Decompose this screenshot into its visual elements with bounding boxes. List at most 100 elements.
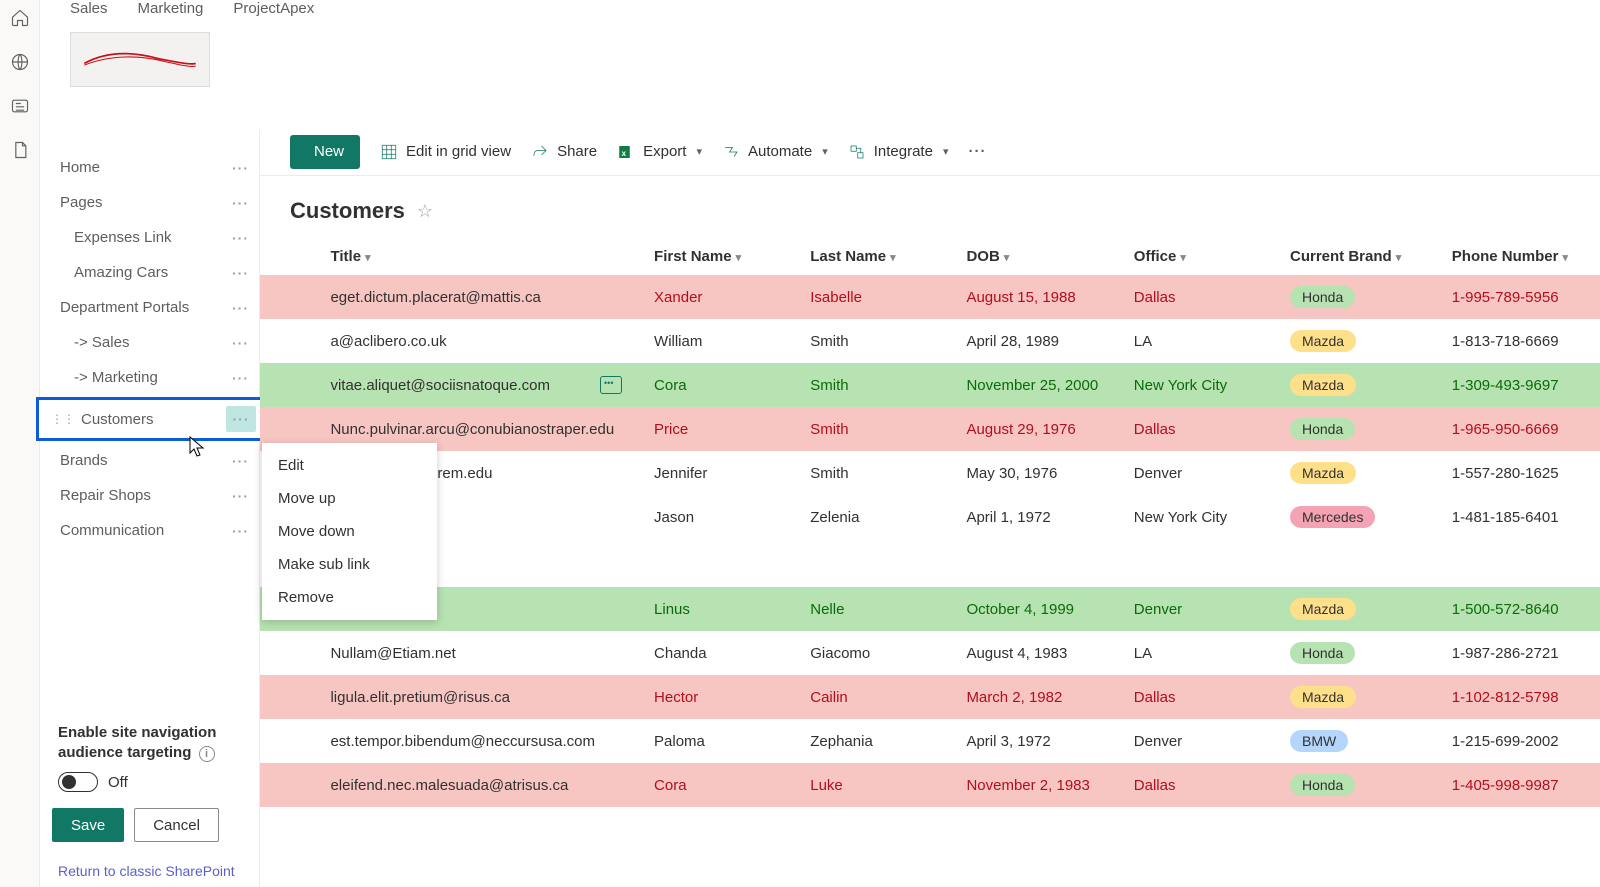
cell-dob: April 3, 1972	[958, 719, 1125, 763]
share-button[interactable]: Share	[531, 143, 597, 161]
ctx-move-down[interactable]: Move down	[262, 515, 437, 548]
ellipsis-icon[interactable]: ···	[232, 453, 249, 469]
chevron-down-icon: ▾	[696, 145, 702, 158]
col-dob[interactable]: DOB▾	[958, 238, 1125, 275]
table-row[interactable]: eget.dictum.placerat@mattis.ca Xander Is…	[260, 275, 1600, 319]
drag-handle-icon[interactable]: ⋮⋮	[51, 412, 75, 426]
nav-repair-shops[interactable]: Repair Shops···	[42, 478, 259, 513]
cell-office: New York City	[1126, 495, 1282, 539]
ellipsis-icon[interactable]: ···	[232, 160, 249, 176]
cell-brand: Mazda	[1282, 675, 1444, 719]
cell-dob: August 4, 1983	[958, 631, 1125, 675]
ellipsis-icon[interactable]: ···	[232, 488, 249, 504]
export-button[interactable]: x Export▾	[617, 143, 702, 161]
ellipsis-icon[interactable]: ···	[232, 523, 249, 539]
aud-toggle[interactable]	[58, 772, 98, 792]
ellipsis-icon[interactable]: ···	[232, 300, 249, 316]
chevron-down-icon: ▾	[1562, 252, 1568, 264]
nav-dept-marketing[interactable]: -> Marketing···	[42, 360, 259, 395]
table-row[interactable]: Nunc.pulvinar.arcu@conubianostraper.edu …	[260, 407, 1600, 451]
cell-first: Jennifer	[646, 451, 802, 495]
col-title[interactable]: Title▾	[322, 238, 646, 275]
cell-phone: 1-102-812-5798	[1444, 675, 1600, 719]
news-icon[interactable]	[10, 96, 30, 116]
cell-dob: May 30, 1976	[958, 451, 1125, 495]
table-row[interactable]: on.com Jason Zelenia April 1, 1972 New Y…	[260, 495, 1600, 539]
cell-dob: April 28, 1989	[958, 319, 1125, 363]
cell-brand: Honda	[1282, 275, 1444, 319]
cancel-button[interactable]: Cancel	[134, 808, 219, 842]
ellipsis-icon[interactable]: ···	[232, 230, 249, 246]
ctx-make-sub[interactable]: Make sub link	[262, 548, 437, 581]
ctx-remove[interactable]: Remove	[262, 581, 437, 614]
col-last[interactable]: Last Name▾	[802, 238, 958, 275]
ctx-move-up[interactable]: Move up	[262, 482, 437, 515]
col-office[interactable]: Office▾	[1126, 238, 1282, 275]
globe-icon[interactable]	[10, 52, 30, 72]
brand-pill: Mercedes	[1290, 506, 1375, 528]
table-row[interactable]: @in.edu Linus Nelle October 4, 1999 Denv…	[260, 587, 1600, 631]
nav-amazing-cars[interactable]: Amazing Cars···	[42, 255, 259, 290]
nav-brands[interactable]: Brands···	[42, 443, 259, 478]
col-brand[interactable]: Current Brand▾	[1282, 238, 1444, 275]
nav-pages[interactable]: Pages···	[42, 185, 259, 220]
table-row[interactable]: e@vestibulumlorem.edu Jennifer Smith May…	[260, 451, 1600, 495]
ctx-edit[interactable]: Edit	[262, 449, 437, 482]
nav-customers-label: Customers	[81, 411, 154, 428]
chevron-down-icon: ▾	[890, 252, 896, 264]
main-content: New Edit in grid view Share x Export▾ Au…	[260, 128, 1600, 887]
tab-apex[interactable]: ProjectApex	[233, 0, 314, 20]
brand-pill: Mazda	[1290, 598, 1356, 620]
cell-phone: 1-481-185-6401	[1444, 495, 1600, 539]
home-icon[interactable]	[10, 8, 30, 28]
info-icon[interactable]: i	[199, 746, 215, 762]
nav-department-portals[interactable]: Department Portals···	[42, 290, 259, 325]
overflow-button[interactable]: ···	[968, 143, 986, 160]
cell-office: LA	[1126, 631, 1282, 675]
table-row[interactable]: a@aclibero.co.uk William Smith April 28,…	[260, 319, 1600, 363]
integrate-button[interactable]: Integrate▾	[848, 143, 949, 161]
aud-title-line1: Enable site navigation	[58, 724, 216, 741]
ellipsis-icon[interactable]: ···	[232, 265, 249, 281]
table-row[interactable]: est.tempor.bibendum@neccursusa.com Palom…	[260, 719, 1600, 763]
nav-dept-sales[interactable]: -> Sales···	[42, 325, 259, 360]
classic-sharepoint-link[interactable]: Return to classic SharePoint	[58, 863, 235, 879]
cell-office: Denver	[1126, 587, 1282, 631]
tab-marketing[interactable]: Marketing	[138, 0, 204, 20]
cell-title: a@aclibero.co.uk	[330, 333, 446, 350]
cell-office: Denver	[1126, 719, 1282, 763]
ellipsis-icon[interactable]: ···	[232, 195, 249, 211]
ellipsis-icon[interactable]: ···	[232, 335, 249, 351]
edit-grid-button[interactable]: Edit in grid view	[380, 143, 511, 161]
nav-context-menu: Edit Move up Move down Make sub link Rem…	[262, 443, 437, 620]
nav-communication[interactable]: Communication···	[42, 513, 259, 548]
table-row[interactable]: ligula.elit.pretium@risus.ca Hector Cail…	[260, 675, 1600, 719]
nav-home[interactable]: Home···	[42, 150, 259, 185]
new-button[interactable]: New	[290, 135, 360, 169]
cell-brand: Honda	[1282, 631, 1444, 675]
cell-phone: 1-965-950-6669	[1444, 407, 1600, 451]
cell-office: Dallas	[1126, 407, 1282, 451]
comment-icon[interactable]	[600, 376, 622, 394]
col-phone[interactable]: Phone Number▾	[1444, 238, 1600, 275]
nav-customers-more-button[interactable]: ···	[226, 406, 256, 432]
file-icon[interactable]	[10, 140, 30, 160]
nav-customers-selected[interactable]: ⋮⋮ Customers ···	[36, 397, 265, 441]
save-button[interactable]: Save	[52, 808, 124, 842]
tab-sales[interactable]: Sales	[70, 0, 108, 20]
ellipsis-icon[interactable]: ···	[232, 370, 249, 386]
cell-dob: November 25, 2000	[958, 363, 1125, 407]
table-row[interactable]	[260, 539, 1600, 587]
col-first[interactable]: First Name▾	[646, 238, 802, 275]
cell-phone: 1-405-998-9987	[1444, 763, 1600, 807]
automate-button[interactable]: Automate▾	[722, 143, 828, 161]
table-row[interactable]: Nullam@Etiam.net Chanda Giacomo August 4…	[260, 631, 1600, 675]
table-row[interactable]: eleifend.nec.malesuada@atrisus.ca Cora L…	[260, 763, 1600, 807]
cell-first: Linus	[646, 587, 802, 631]
favorite-star-icon[interactable]: ☆	[417, 201, 433, 222]
app-rail	[0, 0, 40, 887]
cell-brand: BMW	[1282, 719, 1444, 763]
table-row[interactable]: vitae.aliquet@sociisnatoque.com Cora Smi…	[260, 363, 1600, 407]
brand-pill: BMW	[1290, 730, 1348, 752]
nav-expenses-link[interactable]: Expenses Link···	[42, 220, 259, 255]
